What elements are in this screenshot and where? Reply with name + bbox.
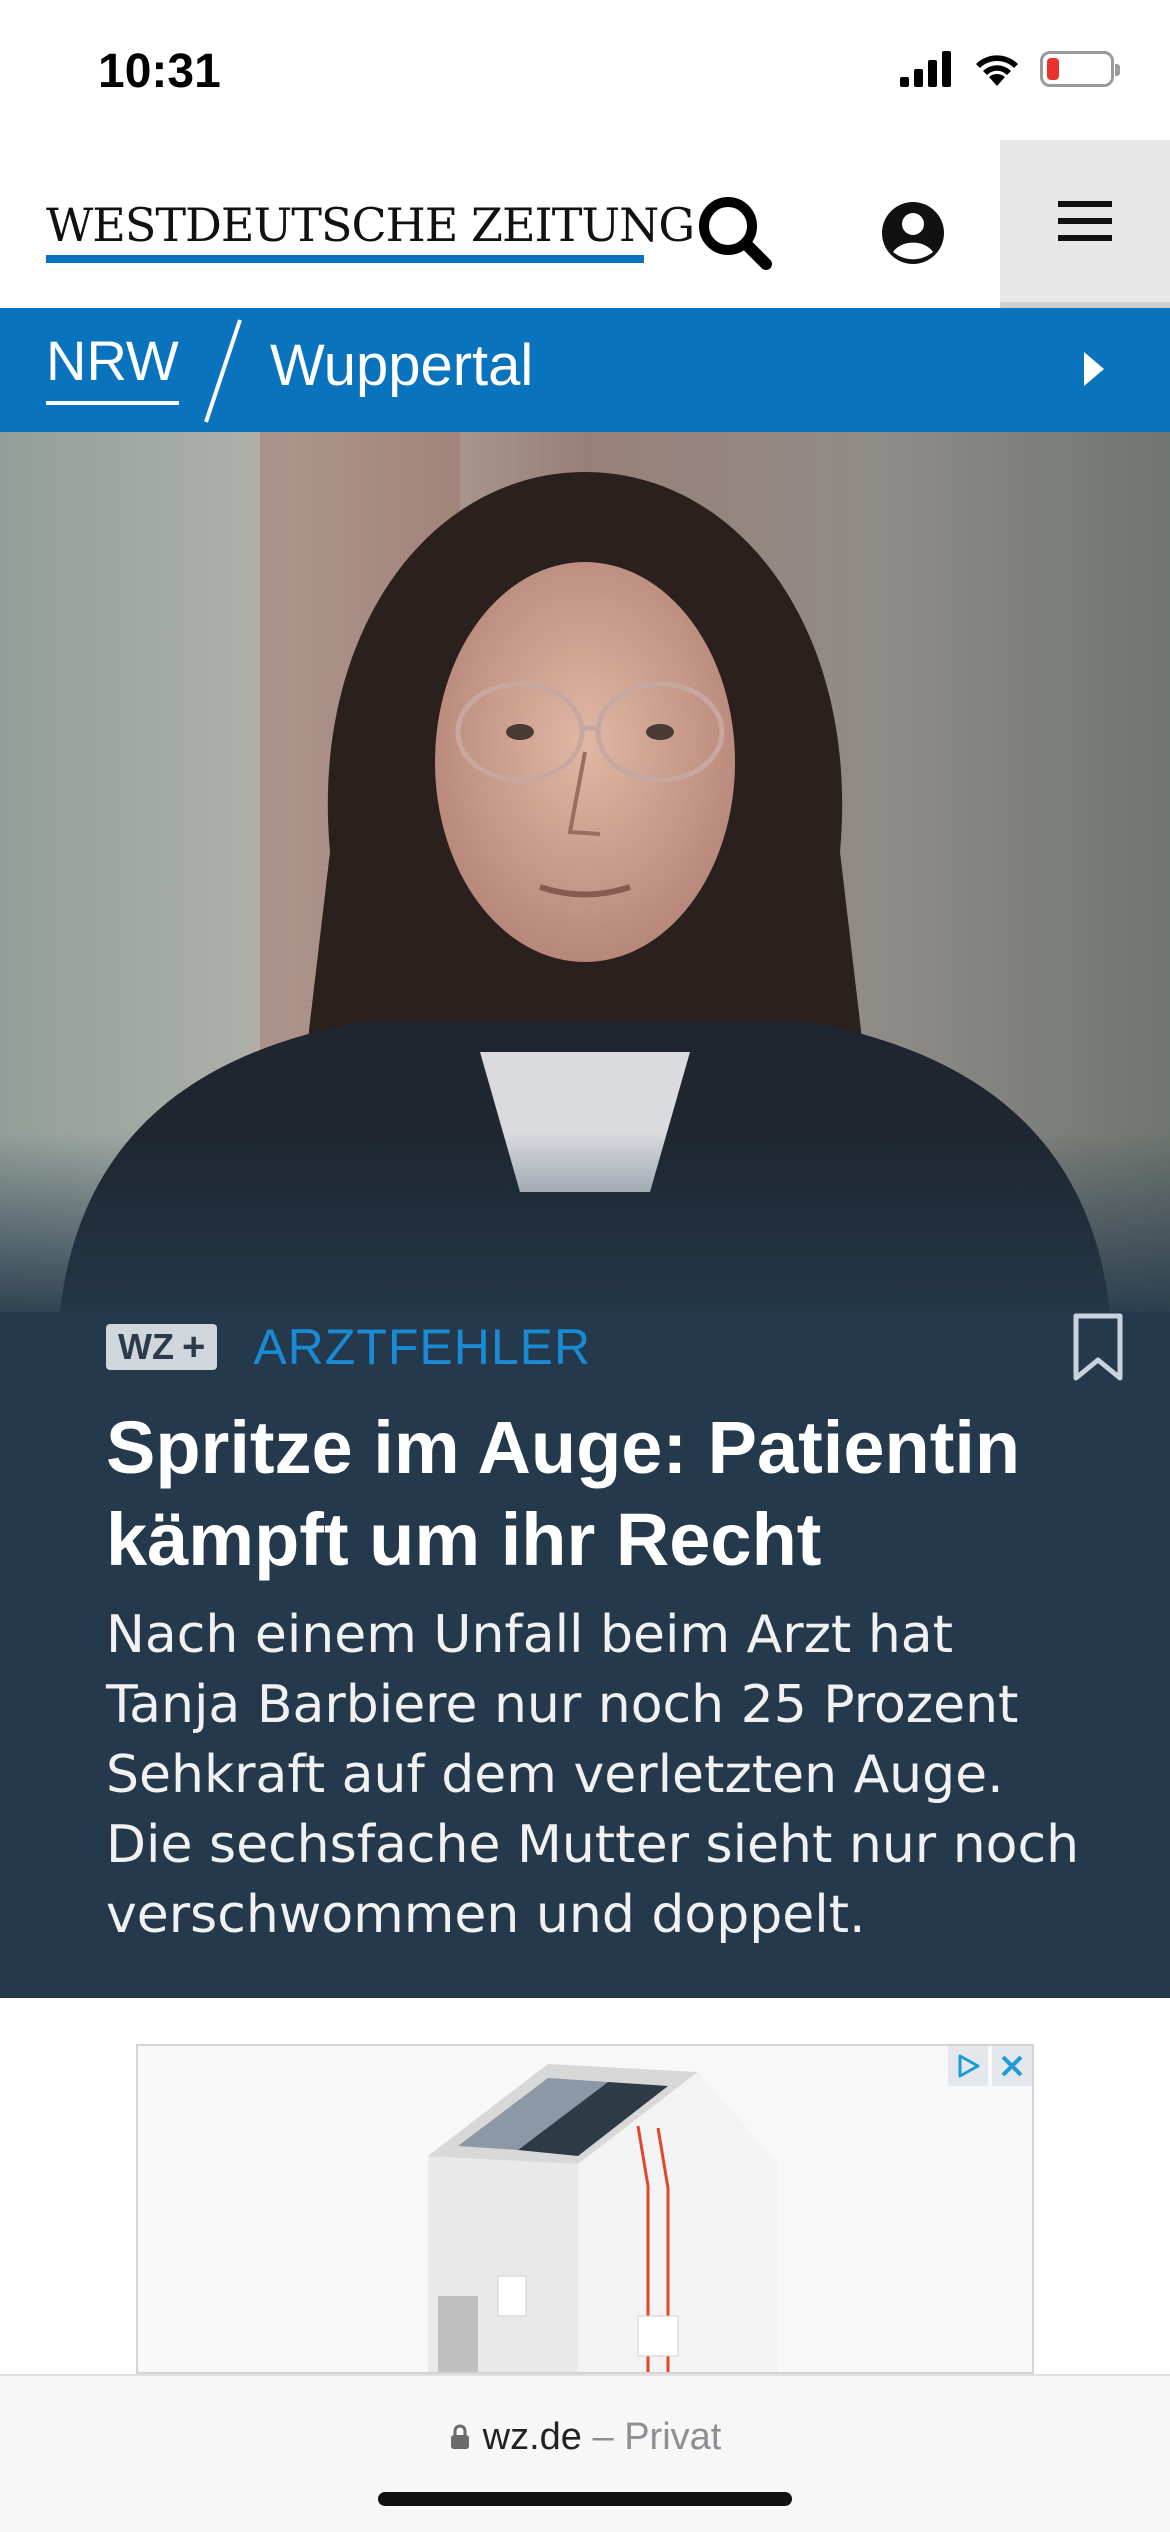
url-display[interactable]: wz.de – Privat: [0, 2416, 1170, 2459]
url-domain: wz.de: [482, 2416, 582, 2458]
article-teaser: Nach einem Unfall beim Arzt hat Tanja Ba…: [106, 1605, 1080, 1945]
article-kicker: ARZTFEHLER: [253, 1319, 592, 1375]
lock-icon: [450, 2424, 469, 2449]
kicker-row: WZ + ARZTFEHLER: [106, 1312, 1086, 1382]
search-icon: [699, 197, 772, 270]
wz-plus-badge: WZ +: [106, 1324, 218, 1370]
breadcrumb-item-nrw[interactable]: NRW: [46, 328, 179, 405]
advertisement[interactable]: [136, 2044, 1034, 2374]
article-content: WZ + ARZTFEHLER Spritze im Auge: Patient…: [106, 1312, 1123, 1950]
search-button[interactable]: [690, 188, 780, 278]
battery-icon: [1040, 51, 1120, 87]
ad-house-illustration: [428, 2064, 778, 2372]
user-icon: [882, 202, 944, 264]
site-header: WESTDEUTSCHE ZEITUNG: [0, 140, 1170, 308]
hero-article[interactable]: WZ + ARZTFEHLER Spritze im Auge: Patient…: [0, 432, 1170, 1998]
hamburger-icon: [1058, 201, 1112, 241]
home-indicator[interactable]: [378, 2492, 792, 2506]
browser-url-bar[interactable]: wz.de – Privat: [0, 2374, 1170, 2532]
url-separator: –: [592, 2416, 614, 2458]
breadcrumb-separator: [204, 319, 242, 423]
menu-button[interactable]: [1000, 140, 1170, 308]
chevron-right-icon[interactable]: [1078, 344, 1110, 394]
status-icons: [900, 50, 1120, 88]
article-headline[interactable]: Spritze im Auge: Patientin kämpft um ihr…: [106, 1402, 1086, 1586]
breadcrumb: NRW Wuppertal: [0, 308, 1170, 432]
logo-underline: [46, 255, 644, 263]
bookmark-icon[interactable]: [1070, 1312, 1126, 1382]
breadcrumb-item-wuppertal[interactable]: Wuppertal: [270, 332, 533, 399]
account-button[interactable]: [868, 188, 958, 278]
wifi-icon: [976, 55, 1018, 86]
site-logo[interactable]: WESTDEUTSCHE ZEITUNG: [46, 198, 695, 252]
cellular-signal-icon: [900, 51, 951, 87]
status-time: 10:31: [98, 45, 221, 98]
photo-fade: [0, 1132, 1170, 1332]
status-bar: 10:31: [0, 0, 1170, 140]
wz-plus-label: WZ: [118, 1326, 174, 1367]
plus-icon: +: [181, 1324, 206, 1369]
private-mode-label: Privat: [624, 2416, 722, 2458]
